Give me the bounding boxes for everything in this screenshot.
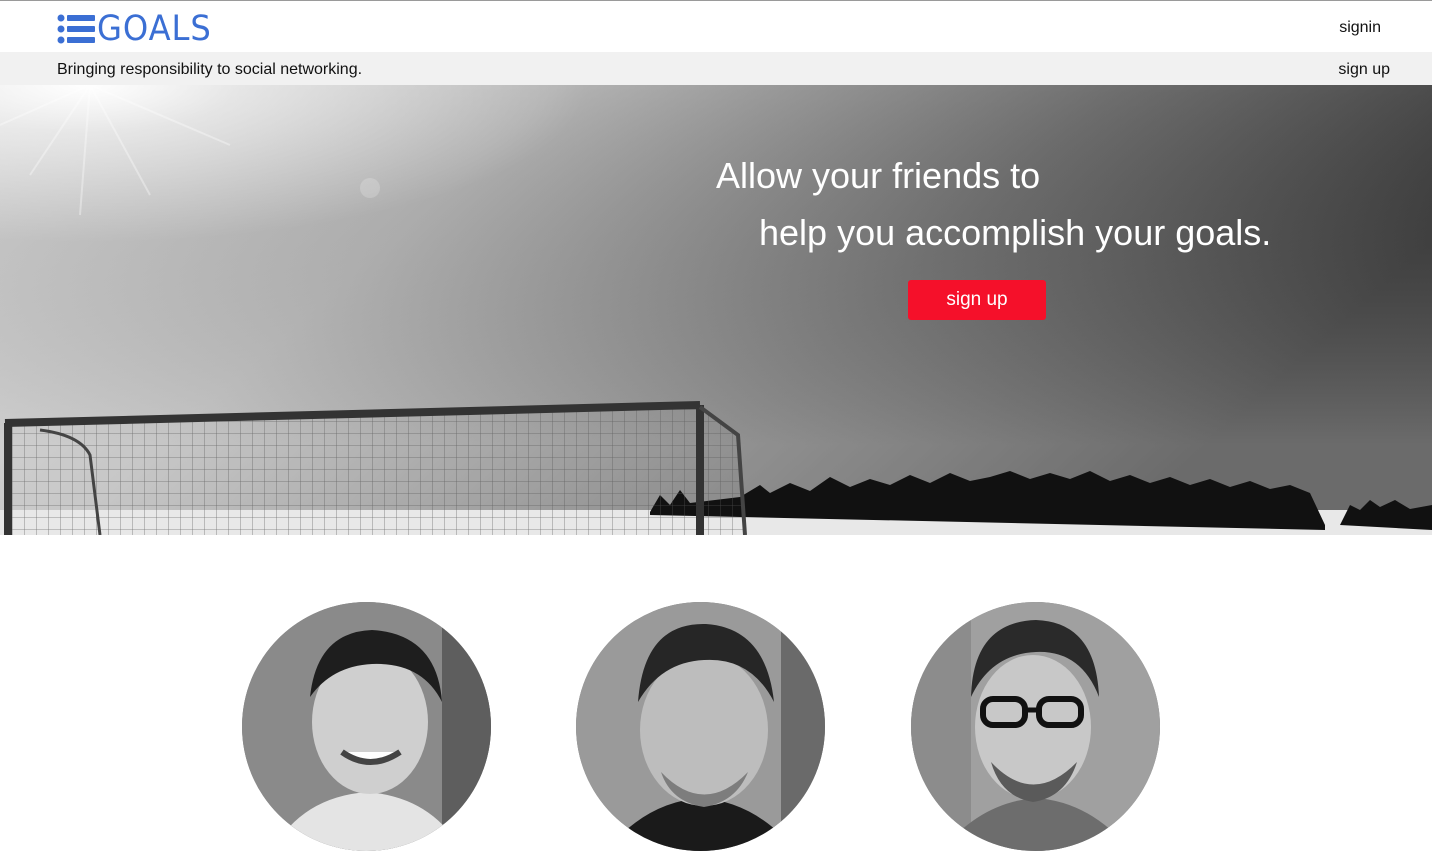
team-member-1-photo — [242, 602, 491, 851]
soccer-goal-photo — [0, 85, 1432, 535]
list-icon — [57, 14, 95, 44]
signup-link[interactable]: sign up — [1338, 61, 1390, 79]
team-member-3-photo — [911, 602, 1160, 851]
team-section — [0, 535, 1432, 851]
hero-signup-button[interactable]: sign up — [908, 280, 1046, 320]
tagline: Bringing responsibility to social networ… — [57, 61, 363, 78]
logo-text: GOALS — [97, 9, 212, 49]
signin-link[interactable]: signin — [1339, 19, 1381, 37]
hero-headline-line1: Allow your friends to — [716, 155, 1041, 196]
logo[interactable]: GOALS — [57, 9, 222, 49]
site-header: GOALS signin — [0, 1, 1432, 52]
hero-headline-line2: help you accomplish your goals. — [759, 212, 1272, 253]
hero-banner: Allow your friends to help you accomplis… — [0, 85, 1432, 535]
tagline-bar: Bringing responsibility to social networ… — [0, 52, 1432, 85]
team-member-2-photo — [576, 602, 825, 851]
